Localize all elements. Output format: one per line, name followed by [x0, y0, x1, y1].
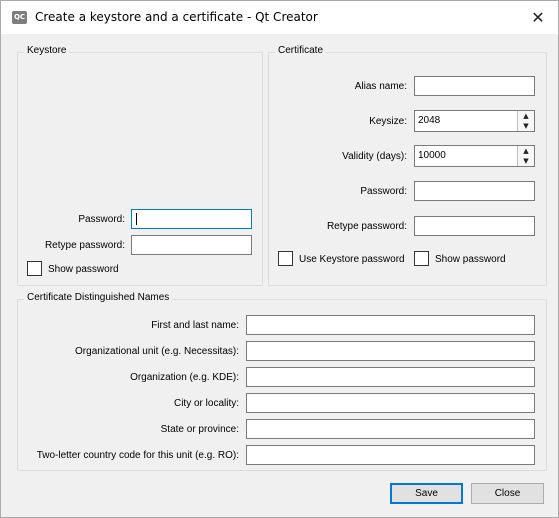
close-window-icon[interactable]: ✕ [523, 5, 553, 31]
certificate-retype-password-field[interactable] [414, 216, 535, 236]
spin-down-arrow-icon[interactable]: ▼ [518, 121, 534, 131]
city-field[interactable] [246, 393, 535, 413]
text-caret [136, 213, 137, 225]
spin-up-arrow-icon[interactable]: ▲ [518, 111, 534, 121]
keysize-spinbox[interactable]: 2048 ▲ ▼ [414, 110, 535, 132]
dn-label-first-last-name: First and last name: [151, 320, 239, 331]
dialog-window: QC Create a keystore and a certificate -… [0, 0, 559, 518]
close-button[interactable]: Close [471, 483, 544, 504]
dn-label-country-code: Two-letter country code for this unit (e… [36, 450, 239, 461]
alias-name-field[interactable] [414, 76, 535, 96]
keysize-spin-buttons: ▲ ▼ [517, 111, 534, 131]
distinguished-names-group-title: Certificate Distinguished Names [24, 292, 173, 303]
validity-value: 10000 [418, 150, 446, 161]
keystore-retype-label: Retype password: [44, 240, 125, 251]
certificate-password-field[interactable] [414, 181, 535, 201]
first-last-name-field[interactable] [246, 315, 535, 335]
keystore-retype-password-field[interactable] [131, 235, 252, 255]
save-button[interactable]: Save [390, 483, 463, 504]
keysize-label: Keysize: [369, 116, 407, 127]
use-keystore-password-checkbox[interactable] [278, 251, 293, 266]
window-title: Create a keystore and a certificate - Qt… [35, 10, 318, 24]
alias-name-label: Alias name: [354, 81, 407, 92]
keystore-password-label: Password: [78, 214, 125, 225]
certificate-show-password-checkbox[interactable] [414, 251, 429, 266]
validity-label: Validity (days): [342, 151, 407, 162]
dn-label-organizational-unit: Organizational unit (e.g. Necessitas): [75, 346, 239, 357]
keystore-password-field[interactable] [131, 209, 252, 229]
country-code-field[interactable] [246, 445, 535, 465]
keystore-group-title: Keystore [24, 45, 70, 56]
certificate-group-title: Certificate [275, 45, 327, 56]
keystore-show-password-checkbox[interactable] [27, 261, 42, 276]
certificate-show-password-label[interactable]: Show password [435, 254, 506, 265]
state-field[interactable] [246, 419, 535, 439]
organization-field[interactable] [246, 367, 535, 387]
dn-label-organization: Organization (e.g. KDE): [130, 372, 239, 383]
title-bar[interactable]: QC Create a keystore and a certificate -… [1, 1, 558, 34]
validity-spinbox[interactable]: 10000 ▲ ▼ [414, 145, 535, 167]
validity-spin-buttons: ▲ ▼ [517, 146, 534, 166]
keystore-show-password-label[interactable]: Show password [48, 264, 119, 275]
keysize-value: 2048 [418, 115, 441, 126]
certificate-retype-label: Retype password: [326, 221, 407, 232]
spin-up-arrow-icon[interactable]: ▲ [518, 146, 534, 156]
dn-label-city: City or locality: [173, 398, 239, 409]
spin-down-arrow-icon[interactable]: ▼ [518, 156, 534, 166]
certificate-password-label: Password: [360, 186, 407, 197]
dn-label-state: State or province: [160, 424, 239, 435]
use-keystore-password-label[interactable]: Use Keystore password [299, 254, 405, 265]
organizational-unit-field[interactable] [246, 341, 535, 361]
qt-creator-app-icon: QC [12, 11, 27, 24]
